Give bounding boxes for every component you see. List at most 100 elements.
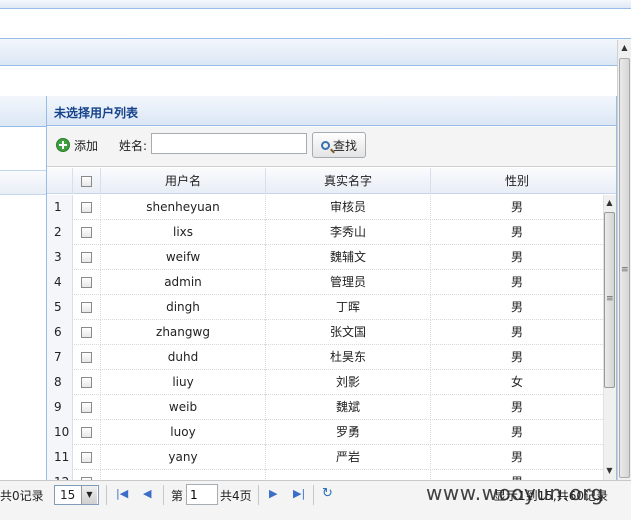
realname-cell: 丁晖 <box>266 295 431 320</box>
row-checkbox-cell <box>73 295 101 320</box>
page-size-value: 15 <box>60 488 76 502</box>
gender-cell: 女 <box>510 375 523 389</box>
add-button[interactable]: 添加 <box>56 135 98 155</box>
table-row[interactable]: 6 zhangwg 张文国 男 <box>47 320 603 345</box>
row-checkbox[interactable] <box>81 202 92 213</box>
row-checkbox[interactable] <box>81 327 92 338</box>
pager-separator <box>258 485 259 505</box>
next-page-icon[interactable]: ▶ <box>269 487 277 500</box>
grid-body: 1 shenheyuan 审核员男 2 lixs 李秀山男 3 weifw 魏辅文男 4 admin… <box>47 195 603 480</box>
table-row[interactable]: 8 liuy 刘影 女 <box>47 370 603 395</box>
row-checkbox-cell <box>73 345 101 370</box>
realname-cell: 李秀山 <box>266 220 431 245</box>
table-row[interactable]: 10 luoy 罗勇 男 <box>47 420 603 445</box>
top-panel-header <box>0 0 631 9</box>
gender-cell: 男 <box>510 225 523 239</box>
gender-cell: 男 <box>510 250 523 264</box>
row-checkbox-cell <box>73 395 101 420</box>
row-number: 2 <box>47 220 73 245</box>
column-header-realname[interactable]: 真实名字 <box>266 168 431 194</box>
name-search-input[interactable] <box>151 133 307 154</box>
gender-cell: 男 <box>510 200 523 214</box>
username-cell <box>101 470 266 480</box>
table-row[interactable]: 4 admin 管理员 男 <box>47 270 603 295</box>
pager-separator <box>313 485 314 505</box>
table-row[interactable]: 2 lixs 李秀山 男 <box>47 220 603 245</box>
row-number: 10 <box>47 420 73 445</box>
realname-cell: 杜昊东 <box>266 345 431 370</box>
row-number: 9 <box>47 395 73 420</box>
table-row[interactable]: 3 weifw 魏辅文 男 <box>47 245 603 270</box>
gender-cell: 男 <box>510 450 523 464</box>
watermark: www.wooyun.org <box>426 481 604 505</box>
row-checkbox[interactable] <box>81 402 92 413</box>
pager-separator <box>106 485 107 505</box>
username-cell: yany <box>101 445 266 470</box>
table-row[interactable]: 7 duhd 杜昊东 男 <box>47 345 603 370</box>
column-header-gender[interactable]: 性别 <box>431 168 603 194</box>
prev-page-icon[interactable]: ◀ <box>143 487 151 500</box>
scroll-down-icon[interactable]: ▼ <box>604 464 615 478</box>
row-checkbox-cell <box>73 370 101 395</box>
pager-separator <box>163 485 164 505</box>
row-checkbox-cell <box>73 220 101 245</box>
search-label: 查找 <box>332 138 357 153</box>
username-cell: luoy <box>101 420 266 445</box>
gender-cell: 男 <box>510 350 523 364</box>
name-label: 姓名: <box>119 139 148 153</box>
username-cell: admin <box>101 270 266 295</box>
gender-cell: 男 <box>510 400 523 414</box>
row-checkbox[interactable] <box>81 302 92 313</box>
left-total-records: 共0记录 <box>0 489 44 503</box>
row-checkbox[interactable] <box>81 252 92 263</box>
username-cell: dingh <box>101 295 266 320</box>
row-number: 6 <box>47 320 73 345</box>
row-checkbox-cell <box>73 445 101 470</box>
row-checkbox[interactable] <box>81 227 92 238</box>
realname-cell: 罗勇 <box>266 420 431 445</box>
username-cell: lixs <box>101 220 266 245</box>
row-checkbox-cell <box>73 245 101 270</box>
realname-cell: 张文国 <box>266 320 431 345</box>
row-checkbox[interactable] <box>81 452 92 463</box>
row-checkbox[interactable] <box>81 427 92 438</box>
row-number: 8 <box>47 370 73 395</box>
row-checkbox[interactable] <box>81 377 92 388</box>
row-checkbox-cell <box>73 195 101 220</box>
page-scroll-up-icon[interactable]: ▲ <box>619 42 630 54</box>
row-checkbox-cell <box>73 320 101 345</box>
row-checkbox-cell <box>73 270 101 295</box>
row-number: 5 <box>47 295 73 320</box>
gender-cell: 男 <box>510 425 523 439</box>
gender-cell: 男 <box>510 325 523 339</box>
username-cell: liuy <box>101 370 266 395</box>
realname-cell: 魏斌 <box>266 395 431 420</box>
gender-cell: 男 <box>510 300 523 314</box>
last-page-icon[interactable]: ▶| <box>293 487 305 500</box>
select-all-checkbox[interactable] <box>81 176 92 187</box>
table-row[interactable]: 12 男 <box>47 470 603 480</box>
page-number-input[interactable] <box>186 484 218 505</box>
row-checkbox-cell <box>73 470 101 480</box>
table-row[interactable]: 1 shenheyuan 审核员 男 <box>47 195 603 220</box>
column-header-username[interactable]: 用户名 <box>101 168 266 194</box>
table-row[interactable]: 11 yany 严岩 男 <box>47 445 603 470</box>
scroll-up-icon[interactable]: ▲ <box>604 196 615 210</box>
refresh-icon[interactable]: ↻ <box>322 486 333 501</box>
search-button[interactable]: 查找 <box>312 132 366 158</box>
left-grid-header <box>0 170 46 195</box>
table-row[interactable]: 9 weib 魏斌 男 <box>47 395 603 420</box>
row-checkbox[interactable] <box>81 352 92 363</box>
panel-title: 未选择用户列表 <box>54 106 139 120</box>
first-page-icon[interactable]: |◀ <box>116 487 128 500</box>
left-panel-header <box>0 96 46 127</box>
row-checkbox[interactable] <box>81 277 92 288</box>
search-icon <box>320 140 330 150</box>
grip-icon: ≡ <box>621 265 629 275</box>
dropdown-arrow-icon[interactable]: ▼ <box>81 486 97 504</box>
table-row[interactable]: 5 dingh 丁晖 男 <box>47 295 603 320</box>
add-icon <box>56 138 70 152</box>
username-cell: weib <box>101 395 266 420</box>
page-label: 第 <box>171 489 184 503</box>
realname-cell: 严岩 <box>266 445 431 470</box>
